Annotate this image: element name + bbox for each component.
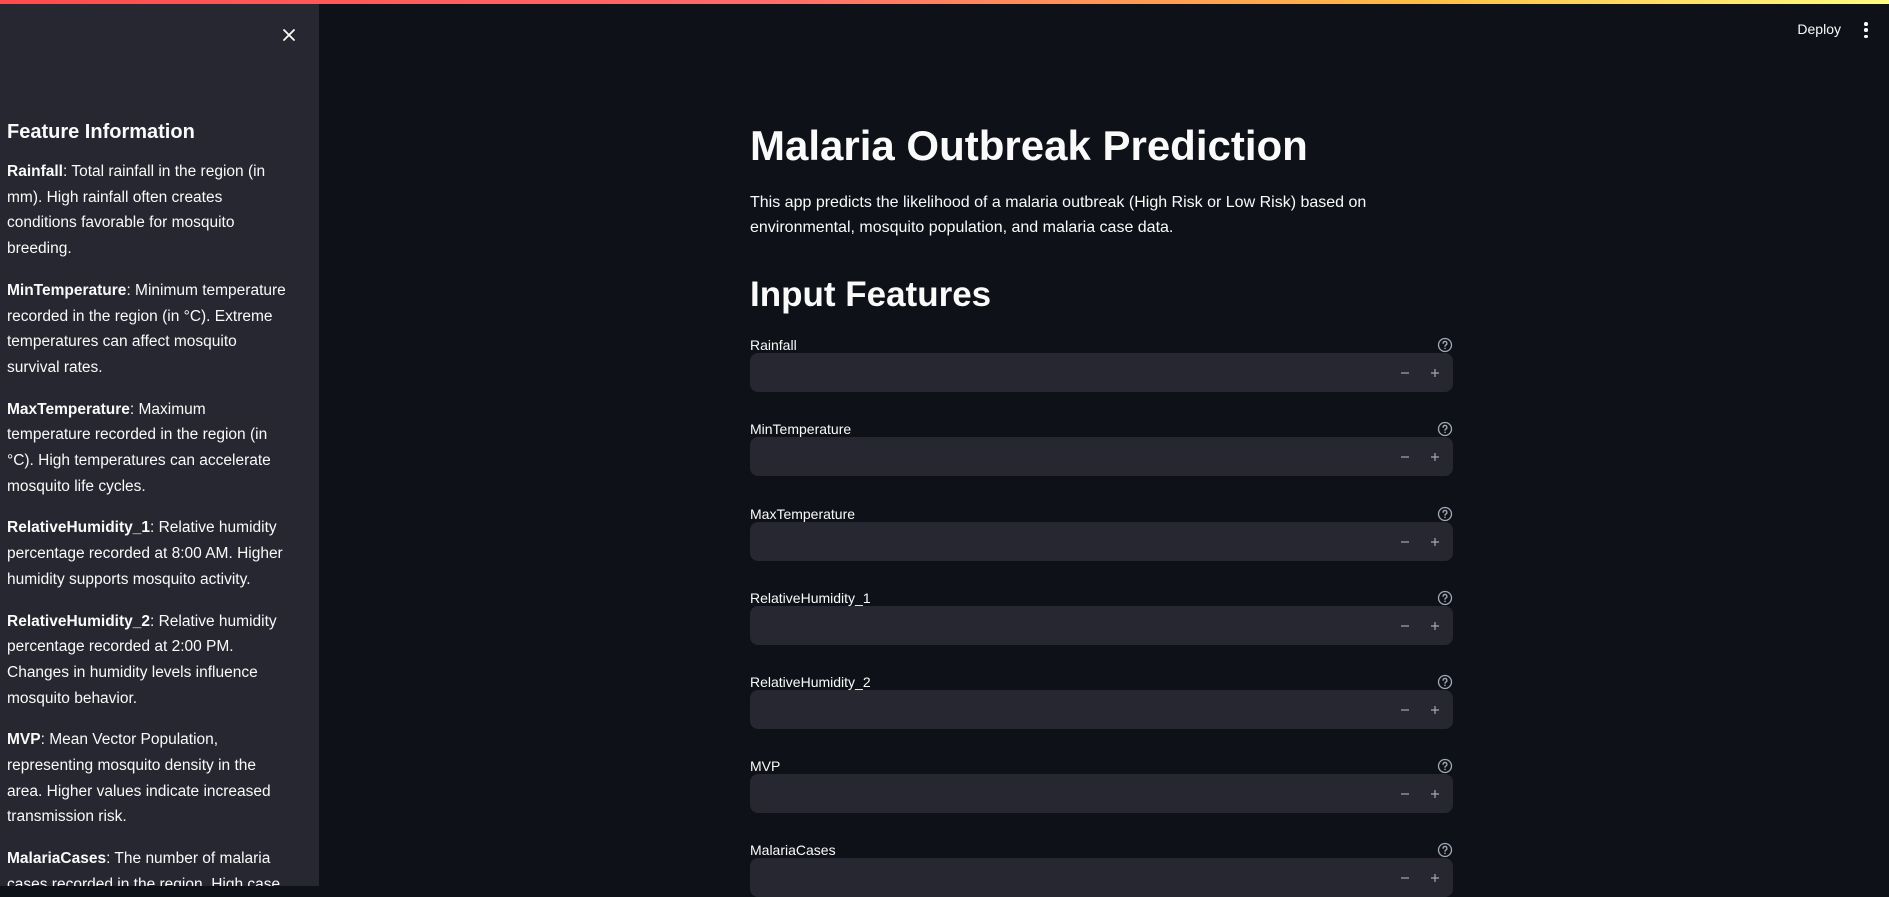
- page-title: Malaria Outbreak Prediction: [750, 122, 1308, 169]
- feature-description: : Mean Vector Population, representing m…: [7, 731, 271, 826]
- main-menu-button[interactable]: [1859, 20, 1873, 40]
- plus-icon: [1431, 873, 1439, 882]
- feature-info-malariacases: MalariaCases: The number of malaria case…: [7, 846, 292, 886]
- increment-button[interactable]: [1421, 696, 1449, 723]
- minus-icon: [1401, 455, 1409, 458]
- mvp-input[interactable]: [750, 774, 1370, 813]
- field-label: MVP: [750, 758, 781, 774]
- minus-icon: [1401, 371, 1409, 374]
- malariacases-input[interactable]: [750, 858, 1370, 897]
- field-malariacases: MalariaCases: [750, 840, 1453, 897]
- number-input-malariacases: [750, 858, 1453, 897]
- number-input-mintemperature: [750, 437, 1453, 476]
- main-area: Deploy Malaria Outbreak Prediction This …: [319, 4, 1889, 897]
- increment-button[interactable]: [1421, 443, 1449, 470]
- increment-button[interactable]: [1421, 612, 1449, 639]
- field-mvp: MVP: [750, 756, 1453, 813]
- plus-icon: [1431, 537, 1439, 546]
- minus-icon: [1401, 792, 1409, 795]
- maxtemperature-input[interactable]: [750, 522, 1370, 561]
- number-input-maxtemperature: [750, 522, 1453, 561]
- help-circle-icon[interactable]: [1437, 590, 1453, 606]
- minus-icon: [1401, 876, 1409, 879]
- feature-name: MalariaCases: [7, 850, 107, 868]
- mintemperature-input[interactable]: [750, 437, 1370, 476]
- app-description: This app predicts the likelihood of a ma…: [750, 194, 1367, 236]
- feature-info-panel: Feature Information Rainfall: Total rain…: [7, 119, 292, 886]
- help-circle-icon[interactable]: [1437, 506, 1453, 522]
- field-label: MaxTemperature: [750, 506, 856, 522]
- minus-icon: [1401, 540, 1409, 543]
- minus-icon: [1401, 624, 1409, 627]
- increment-button[interactable]: [1421, 864, 1449, 891]
- increment-button[interactable]: [1421, 780, 1449, 807]
- feature-name: MinTemperature: [7, 281, 127, 299]
- relativehumidity-1-input[interactable]: [750, 606, 1370, 645]
- feature-info-maxtemperature: MaxTemperature: Maximum temperature reco…: [7, 397, 292, 500]
- kebab-menu-icon: [1864, 22, 1868, 26]
- increment-button[interactable]: [1421, 528, 1449, 555]
- help-circle-icon[interactable]: [1437, 421, 1453, 437]
- feature-info-rainfall: Rainfall: Total rainfall in the region (…: [7, 159, 292, 262]
- feature-info-relativehumidity-2: RelativeHumidity_2: Relative humidity pe…: [7, 609, 292, 712]
- decrement-button[interactable]: [1391, 443, 1419, 470]
- rainfall-input[interactable]: [750, 353, 1370, 392]
- decrement-button[interactable]: [1391, 612, 1419, 639]
- minus-icon: [1401, 708, 1409, 711]
- field-label: MalariaCases: [750, 842, 836, 858]
- decrement-button[interactable]: [1391, 696, 1419, 723]
- close-sidebar-button[interactable]: [276, 22, 302, 48]
- help-circle-icon[interactable]: [1437, 758, 1453, 774]
- plus-icon: [1431, 789, 1439, 798]
- field-label: RelativeHumidity_2: [750, 674, 871, 690]
- section-title: Input Features: [750, 275, 992, 314]
- close-icon: [283, 29, 295, 41]
- sidebar-title: Feature Information: [7, 121, 195, 143]
- feature-info-mvp: MVP: Mean Vector Population, representin…: [7, 727, 292, 830]
- help-circle-icon[interactable]: [1437, 842, 1453, 858]
- top-decoration-bar: [0, 0, 1889, 4]
- feature-name: MaxTemperature: [7, 400, 130, 418]
- help-circle-icon[interactable]: [1437, 674, 1453, 690]
- sidebar: Feature Information Rainfall: Total rain…: [0, 4, 319, 886]
- number-input-relativehumidity-2: [750, 690, 1453, 729]
- feature-name: MVP: [7, 731, 41, 749]
- number-input-relativehumidity-1: [750, 606, 1453, 645]
- field-label: MinTemperature: [750, 421, 852, 437]
- field-maxtemperature: MaxTemperature: [750, 504, 1453, 561]
- decrement-button[interactable]: [1391, 864, 1419, 891]
- field-label: RelativeHumidity_1: [750, 590, 871, 606]
- number-input-rainfall: [750, 353, 1453, 392]
- decrement-button[interactable]: [1391, 780, 1419, 807]
- increment-button[interactable]: [1421, 359, 1449, 386]
- plus-icon: [1431, 452, 1439, 461]
- decrement-button[interactable]: [1391, 359, 1419, 386]
- feature-name: Rainfall: [7, 163, 63, 180]
- decrement-button[interactable]: [1391, 528, 1419, 555]
- field-relativehumidity-2: RelativeHumidity_2: [750, 672, 1453, 729]
- plus-icon: [1431, 705, 1439, 714]
- field-relativehumidity-1: RelativeHumidity_1: [750, 588, 1453, 645]
- feature-info-relativehumidity-1: RelativeHumidity_1: Relative humidity pe…: [7, 515, 292, 592]
- field-label: Rainfall: [750, 337, 797, 353]
- help-circle-icon[interactable]: [1437, 337, 1453, 353]
- plus-icon: [1431, 621, 1439, 630]
- feature-name: RelativeHumidity_1: [7, 519, 150, 537]
- relativehumidity-2-input[interactable]: [750, 690, 1370, 729]
- plus-icon: [1431, 368, 1439, 377]
- field-mintemperature: MinTemperature: [750, 419, 1453, 476]
- number-input-mvp: [750, 774, 1453, 813]
- field-rainfall: Rainfall: [750, 335, 1453, 392]
- deploy-button[interactable]: Deploy: [1797, 21, 1841, 37]
- feature-name: RelativeHumidity_2: [7, 612, 150, 630]
- feature-info-mintemperature: MinTemperature: Minimum temperature reco…: [7, 278, 292, 381]
